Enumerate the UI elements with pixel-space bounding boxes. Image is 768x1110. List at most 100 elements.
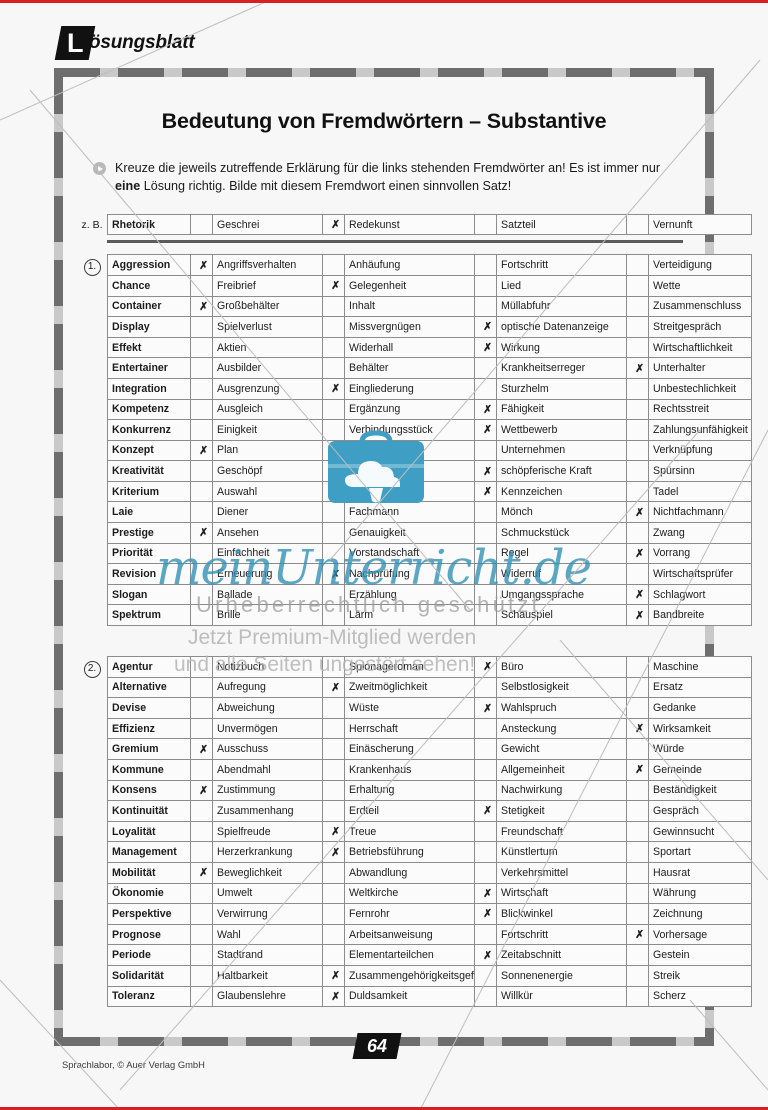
answer-checkbox-cell[interactable] [190, 820, 213, 843]
answer-checkbox-cell[interactable] [322, 316, 345, 338]
answer-option-cell[interactable]: Modell [344, 460, 475, 482]
answer-checkbox-cell[interactable]: ✗ [626, 717, 649, 740]
answer-checkbox-cell[interactable]: ✗ [626, 604, 649, 627]
answer-checkbox-cell[interactable] [474, 583, 497, 606]
answer-checkbox-cell[interactable]: ✗ [322, 820, 345, 843]
answer-checkbox-cell[interactable]: ✗ [626, 501, 649, 524]
answer-option-cell[interactable]: Vorrang [648, 542, 752, 565]
answer-option-cell[interactable]: Vorhersage [648, 923, 752, 946]
answer-option-cell[interactable]: Verknüpfung [648, 439, 752, 462]
answer-option-cell[interactable]: Schlagwort [648, 583, 752, 606]
answer-checkbox-cell[interactable]: ✗ [626, 542, 649, 565]
answer-option-cell[interactable]: Zeitabschnitt [496, 944, 627, 966]
answer-checkbox-cell[interactable]: ✗ [626, 759, 649, 781]
answer-option-cell[interactable]: Abendmahl [212, 759, 323, 781]
answer-checkbox-cell[interactable] [190, 377, 213, 400]
answer-option-cell[interactable]: Gespräch [648, 800, 752, 822]
answer-option-cell[interactable]: Haltbarkeit [212, 964, 323, 987]
answer-checkbox-cell[interactable] [626, 336, 649, 359]
answer-option-cell[interactable]: Unbestechlichkeit [648, 377, 752, 400]
answer-checkbox-cell[interactable] [190, 501, 213, 524]
answer-checkbox-cell[interactable]: ✗ [322, 213, 345, 236]
answer-checkbox-cell[interactable] [474, 542, 497, 565]
answer-option-cell[interactable]: Wirtschaftsprüfer [648, 563, 752, 585]
answer-checkbox-cell[interactable] [190, 841, 213, 863]
answer-checkbox-cell[interactable] [190, 357, 213, 379]
answer-checkbox-cell[interactable] [190, 717, 213, 740]
answer-checkbox-cell[interactable]: ✗ [322, 964, 345, 987]
answer-option-cell[interactable]: Gemeinde [648, 759, 752, 781]
answer-checkbox-cell[interactable] [474, 274, 497, 297]
answer-checkbox-cell[interactable]: ✗ [474, 903, 497, 925]
answer-option-cell[interactable]: Zahlungsunfähigkeit [648, 419, 752, 441]
answer-checkbox-cell[interactable] [322, 717, 345, 740]
answer-option-cell[interactable]: Anhäufung [344, 254, 475, 276]
answer-checkbox-cell[interactable]: ✗ [322, 676, 345, 699]
answer-checkbox-cell[interactable] [474, 779, 497, 802]
answer-checkbox-cell[interactable] [322, 357, 345, 379]
answer-checkbox-cell[interactable] [626, 377, 649, 400]
answer-option-cell[interactable]: Herrschaft [344, 717, 475, 740]
answer-checkbox-cell[interactable]: ✗ [322, 841, 345, 863]
answer-option-cell[interactable]: Wirkung [496, 336, 627, 359]
answer-checkbox-cell[interactable] [190, 563, 213, 585]
answer-option-cell[interactable]: Sonnenenergie [496, 964, 627, 987]
answer-option-cell[interactable]: optische Datenanzeige [496, 316, 627, 338]
answer-option-cell[interactable]: Umgangssprache [496, 583, 627, 606]
answer-option-cell[interactable]: Unvermögen [212, 717, 323, 740]
answer-option-cell[interactable]: Beurteilung [344, 480, 475, 503]
answer-option-cell[interactable]: Willkür [496, 985, 627, 1008]
answer-checkbox-cell[interactable]: ✗ [322, 274, 345, 297]
answer-checkbox-cell[interactable] [190, 213, 213, 236]
answer-checkbox-cell[interactable] [474, 254, 497, 276]
answer-checkbox-cell[interactable] [474, 563, 497, 585]
answer-checkbox-cell[interactable] [322, 759, 345, 781]
answer-option-cell[interactable]: Streik [648, 964, 752, 987]
answer-checkbox-cell[interactable] [474, 841, 497, 863]
answer-option-cell[interactable]: Plan [212, 439, 323, 462]
answer-checkbox-cell[interactable] [322, 923, 345, 946]
answer-checkbox-cell[interactable] [474, 717, 497, 740]
answer-checkbox-cell[interactable] [626, 697, 649, 719]
answer-option-cell[interactable]: Verbindungsstück [344, 419, 475, 441]
answer-checkbox-cell[interactable] [626, 820, 649, 843]
answer-option-cell[interactable]: Weltkirche [344, 882, 475, 905]
answer-option-cell[interactable]: Rechtsstreit [648, 398, 752, 421]
answer-checkbox-cell[interactable] [626, 676, 649, 699]
answer-checkbox-cell[interactable]: ✗ [322, 985, 345, 1008]
answer-option-cell[interactable]: Schmuckstück [496, 522, 627, 544]
answer-checkbox-cell[interactable] [322, 738, 345, 760]
answer-checkbox-cell[interactable] [626, 841, 649, 863]
answer-checkbox-cell[interactable] [626, 779, 649, 802]
answer-option-cell[interactable]: Streitgespräch [648, 316, 752, 338]
answer-checkbox-cell[interactable] [322, 295, 345, 318]
answer-option-cell[interactable]: Regel [496, 542, 627, 565]
answer-option-cell[interactable]: Genauigkeit [344, 522, 475, 544]
answer-checkbox-cell[interactable] [322, 336, 345, 359]
answer-checkbox-cell[interactable]: ✗ [626, 923, 649, 946]
answer-option-cell[interactable]: Duldsamkeit [344, 985, 475, 1008]
answer-checkbox-cell[interactable] [190, 697, 213, 719]
answer-option-cell[interactable]: Spionageroman [344, 656, 475, 678]
answer-option-cell[interactable]: Widerruf [496, 563, 627, 585]
answer-option-cell[interactable]: Zusammengehörigkeitsgefühl [344, 964, 475, 987]
answer-option-cell[interactable]: Wahlspruch [496, 697, 627, 719]
answer-checkbox-cell[interactable] [190, 985, 213, 1008]
answer-option-cell[interactable]: Würde [648, 738, 752, 760]
answer-checkbox-cell[interactable] [474, 759, 497, 781]
answer-option-cell[interactable]: Freundschaft [496, 820, 627, 843]
answer-checkbox-cell[interactable]: ✗ [190, 439, 213, 462]
answer-checkbox-cell[interactable]: ✗ [474, 419, 497, 441]
answer-checkbox-cell[interactable]: ✗ [190, 522, 213, 544]
answer-option-cell[interactable]: Glaubenslehre [212, 985, 323, 1008]
answer-checkbox-cell[interactable] [626, 800, 649, 822]
answer-option-cell[interactable]: Freibrief [212, 274, 323, 297]
answer-checkbox-cell[interactable] [626, 254, 649, 276]
answer-checkbox-cell[interactable] [474, 820, 497, 843]
answer-option-cell[interactable]: Beständigkeit [648, 779, 752, 802]
answer-checkbox-cell[interactable] [190, 316, 213, 338]
answer-option-cell[interactable]: Beweglichkeit [212, 861, 323, 884]
answer-checkbox-cell[interactable] [626, 398, 649, 421]
answer-option-cell[interactable]: Hausrat [648, 861, 752, 884]
answer-checkbox-cell[interactable] [322, 254, 345, 276]
